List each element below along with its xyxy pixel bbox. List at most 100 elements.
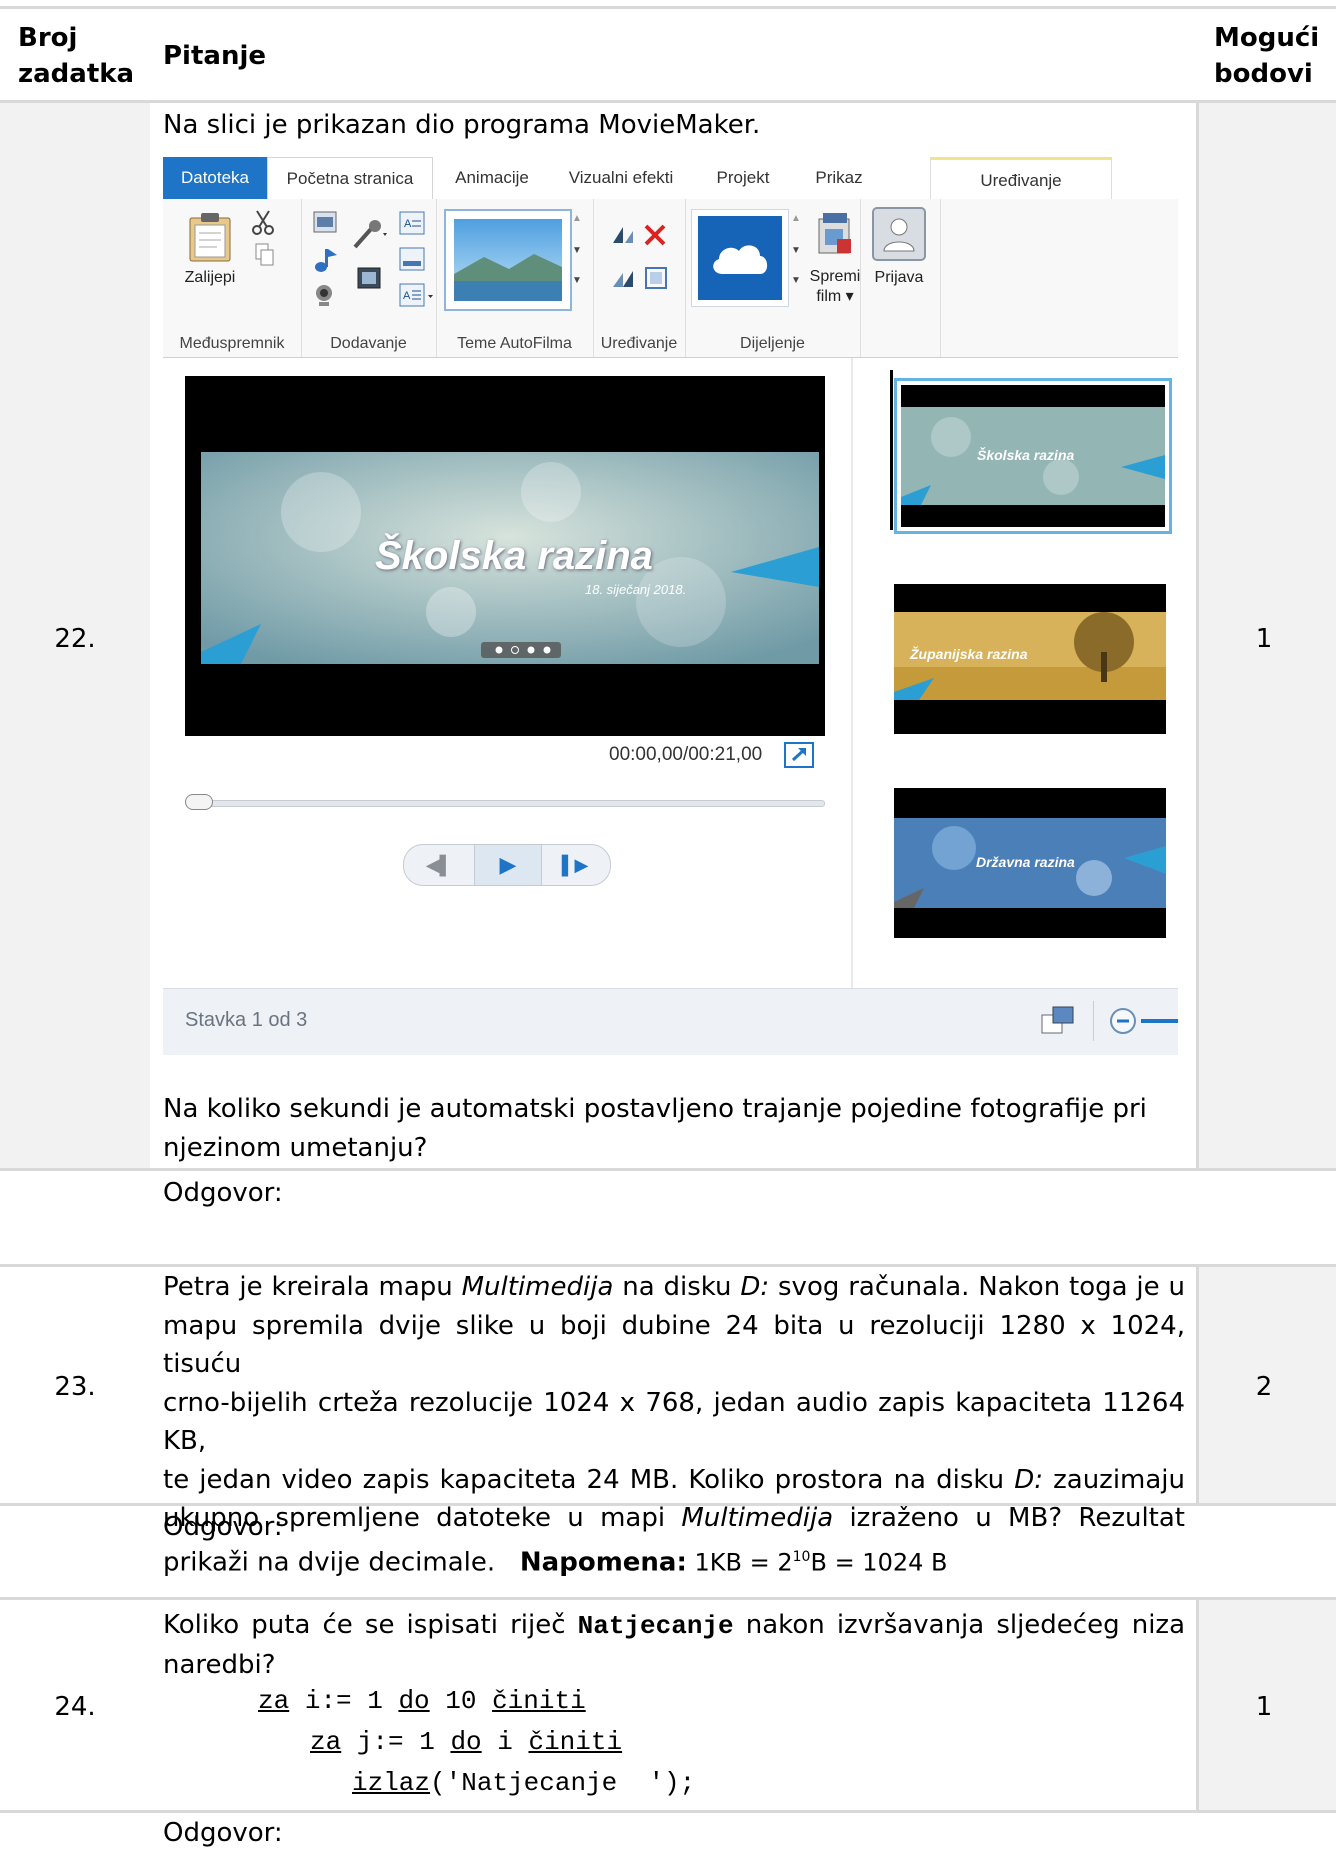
tab-datoteka[interactable]: Datoteka: [163, 157, 267, 199]
share-expand[interactable]: ▼: [791, 275, 801, 286]
q22-question: Na koliko sekundi je automatski postavlj…: [163, 1090, 1147, 1168]
q22-points: 1: [1255, 624, 1273, 654]
storyboard-item-3[interactable]: Državna razina: [894, 788, 1166, 938]
tab-pocetna-stranica[interactable]: Početna stranica: [267, 157, 433, 200]
group-add-label: Dodavanje: [330, 335, 407, 352]
q24-text: Koliko puta će se ispisati riječ Natjeca…: [163, 1606, 1185, 1685]
q24-line-1: Koliko puta će se ispisati riječ Natjeca…: [163, 1610, 1186, 1641]
moviemaker-screenshot: Datoteka Početna stranica Animacije Vizu…: [163, 157, 1178, 1055]
svg-text:A: A: [403, 290, 411, 302]
paste-label[interactable]: Zalijepi: [175, 269, 245, 287]
group-share: ▲ ▼ ▼ Spremi film ▾ Dijeljenje: [685, 199, 861, 357]
q23-answer-label: Odgovor:: [163, 1512, 283, 1542]
tab-vizualni-efekti[interactable]: Vizualni efekti: [551, 157, 691, 199]
storyboard-item-2[interactable]: Županijska razina: [894, 584, 1166, 734]
save-movie-dropdown-icon: ▾: [845, 288, 854, 305]
header-rule: [0, 100, 1336, 103]
title-icon[interactable]: A: [399, 211, 425, 235]
header-number: Broj zadatka: [18, 20, 134, 92]
q24-points: 1: [1255, 1692, 1273, 1722]
svg-text:A: A: [404, 218, 412, 230]
next-frame-button[interactable]: ▌▶: [540, 845, 610, 885]
add-video-icon[interactable]: [313, 211, 337, 233]
group-editing-label: Uređivanje: [600, 335, 678, 352]
code-line-3: izlaz('Natjecanje ');: [352, 1768, 696, 1798]
play-button[interactable]: ▶: [474, 845, 542, 885]
paste-icon[interactable]: [187, 211, 233, 263]
signin-label[interactable]: Prijava: [866, 269, 932, 287]
q24-number: 24.: [54, 1692, 96, 1722]
q24-line-2: naredbi?: [163, 1650, 276, 1680]
theme-scroll-down[interactable]: ▼: [572, 245, 584, 256]
caption-icon[interactable]: [399, 247, 425, 271]
header-number-line1: Broj: [18, 23, 78, 53]
save-movie-line2: film ▾: [816, 288, 854, 305]
q22-question-line1: Na koliko sekundi je automatski postavlj…: [163, 1094, 1147, 1124]
storyboard-item-1[interactable]: Školska razina: [894, 378, 1172, 534]
header-question: Pitanje: [163, 41, 266, 71]
tab-prikaz[interactable]: Prikaz: [793, 157, 885, 199]
onedrive-cloud-icon: [713, 245, 768, 274]
zoom-out-icon[interactable]: [1109, 1007, 1137, 1035]
header-number-line2: zadatka: [18, 59, 135, 89]
theme-expand[interactable]: ▼: [572, 275, 584, 286]
share-scroll-down[interactable]: ▼: [791, 245, 801, 256]
cut-icon[interactable]: [251, 209, 275, 235]
status-separator: [1093, 1001, 1094, 1041]
q22-rule: [0, 1168, 1336, 1171]
group-editing: Uređivanje: [593, 199, 686, 357]
save-movie-icon[interactable]: [815, 211, 855, 257]
group-add: A A Dodavanje: [301, 199, 437, 357]
rotate-left-icon[interactable]: [609, 223, 637, 247]
rotate-right-icon[interactable]: [609, 267, 637, 291]
tab-animacije[interactable]: Animacije: [433, 157, 551, 199]
insertion-marker: [890, 370, 893, 530]
seek-bar[interactable]: [187, 800, 825, 807]
seek-thumb[interactable]: [185, 794, 213, 810]
theme-scroll-up[interactable]: ▲: [572, 213, 584, 224]
webcam-icon[interactable]: [313, 283, 335, 307]
timecode: 00:00,00/00:21,00: [609, 744, 763, 765]
tab-projekt[interactable]: Projekt: [693, 157, 793, 199]
q22-answer-label: Odgovor:: [163, 1178, 283, 1208]
q22-number: 22.: [54, 624, 96, 654]
code-line-1: za i:= 1 do 10 činiti: [258, 1686, 586, 1716]
top-rule: [0, 6, 1336, 9]
save-movie-label[interactable]: Spremi film ▾: [803, 267, 867, 307]
save-movie-line1: Spremi: [809, 268, 861, 285]
user-signin-icon[interactable]: [872, 207, 926, 261]
q23-line-3: crno-bijelih crteža rezolucije 1024 x 76…: [163, 1387, 1185, 1457]
zoom-slider[interactable]: [1141, 1019, 1178, 1023]
copy-icon[interactable]: [255, 243, 275, 267]
ribbon-tabbar: Datoteka Početna stranica Animacije Vizu…: [163, 157, 1178, 202]
q23-answer-space[interactable]: [300, 1510, 1180, 1590]
q23-rule: [0, 1503, 1336, 1506]
group-share-label: Dijeljenje: [740, 335, 805, 352]
q22-intro: Na slici je prikazan dio programa MovieM…: [163, 110, 761, 140]
share-scroll-up[interactable]: ▲: [791, 213, 801, 224]
group-signin: Prijava: [860, 199, 941, 357]
credits-icon[interactable]: A: [399, 283, 435, 307]
thumb-3-title: Državna razina: [976, 854, 1075, 870]
fullscreen-icon[interactable]: [784, 742, 814, 768]
preview-title: Školska razina: [375, 534, 653, 578]
remove-icon[interactable]: [643, 223, 667, 247]
group-automovie-themes-label: Teme AutoFilma: [457, 335, 572, 352]
theme-thumbnail-icon: [454, 219, 562, 301]
theme-preview[interactable]: [444, 209, 572, 311]
q22-answer-space[interactable]: [300, 1176, 1180, 1256]
q23-points: 2: [1255, 1372, 1273, 1402]
q23-line-2: mapu spremila dvije slike u boji dubine …: [163, 1310, 1185, 1380]
q24-top-rule: [0, 1597, 1336, 1600]
q24-keyword: Natjecanje: [577, 1611, 734, 1641]
thumbnail-size-icon[interactable]: [1041, 1005, 1075, 1035]
onedrive-tile[interactable]: [691, 209, 789, 307]
tab-uredivanje[interactable]: Uređivanje: [930, 157, 1112, 202]
previous-frame-button[interactable]: ◀▌: [404, 845, 474, 885]
narration-icon[interactable]: [351, 219, 391, 251]
thumb-1-title: Školska razina: [977, 447, 1075, 463]
group-automovie-themes: ▲ ▼ ▼ Teme AutoFilma: [436, 199, 594, 357]
add-music-icon[interactable]: [313, 247, 341, 273]
snapshot-icon[interactable]: [357, 267, 381, 289]
select-all-icon[interactable]: [645, 267, 667, 289]
